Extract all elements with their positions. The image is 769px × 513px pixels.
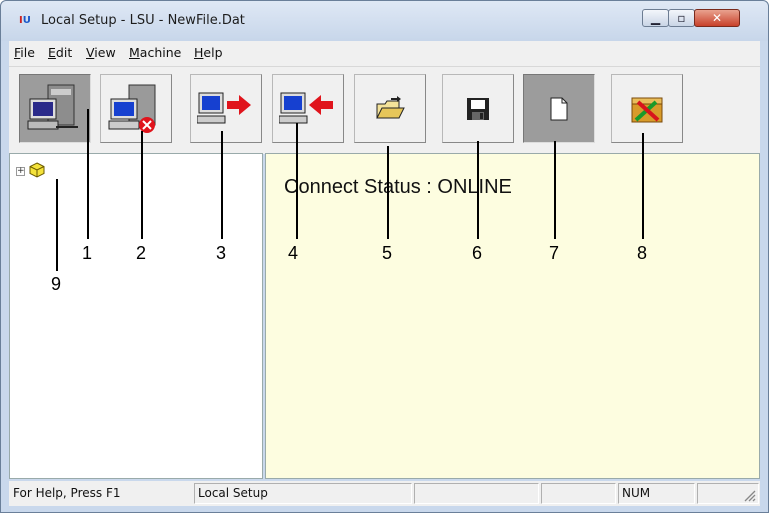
menu-machine[interactable]: Machine — [129, 45, 181, 60]
computer-connect-icon — [27, 84, 78, 129]
callout-number-8: 8 — [637, 243, 648, 263]
callout-line-8 — [642, 133, 644, 239]
menu-bar: File Edit View Machine Help — [9, 41, 760, 66]
resize-grip-pane[interactable] — [697, 483, 759, 504]
window-title: Local Setup - LSU - NewFile.Dat — [41, 13, 245, 28]
callout-number-6: 6 — [472, 243, 483, 263]
title-bar[interactable]: IU Local Setup - LSU - NewFile.Dat ▁ ▫ ✕ — [1, 1, 768, 41]
menu-edit[interactable]: Edit — [48, 45, 72, 60]
open-file-button[interactable] — [354, 74, 426, 143]
help-hint-text: For Help, Press F1 — [13, 486, 121, 500]
status-pane-num: NUM — [618, 483, 695, 504]
callout-line-6 — [477, 141, 479, 239]
status-pane-empty-2 — [541, 483, 616, 504]
status-panel: Connect Status : ONLINE — [265, 153, 760, 479]
callout-number-7: 7 — [549, 243, 560, 263]
menu-view[interactable]: View — [86, 45, 116, 60]
computer-disconnect-icon — [108, 84, 156, 133]
save-file-button[interactable] — [442, 74, 514, 143]
status-pane-mode: Local Setup — [194, 483, 412, 504]
callout-number-5: 5 — [382, 243, 393, 263]
close-button[interactable]: ✕ — [694, 9, 740, 27]
connect-button[interactable] — [19, 74, 91, 143]
status-bar: For Help, Press F1 Local Setup NUM — [9, 481, 760, 506]
new-file-button[interactable] — [523, 74, 595, 143]
tools-icon — [631, 97, 663, 122]
callout-number-1: 1 — [82, 243, 93, 263]
callout-line-1 — [87, 109, 89, 239]
settings-button[interactable] — [611, 74, 683, 143]
receive-from-machine-button[interactable] — [272, 74, 344, 143]
callout-line-9 — [56, 179, 58, 271]
callout-line-3 — [221, 131, 223, 239]
app-logo-icon: IU — [19, 15, 31, 26]
receive-from-machine-icon — [279, 92, 333, 123]
machine-tree[interactable]: + — [9, 153, 263, 479]
close-icon: ✕ — [711, 11, 723, 25]
toolbar — [9, 66, 760, 154]
open-folder-icon — [376, 95, 405, 118]
callout-number-9: 9 — [51, 274, 62, 294]
disconnect-button[interactable] — [100, 74, 172, 143]
callout-line-2 — [141, 131, 143, 239]
minimize-icon: ▁ — [650, 11, 661, 25]
blank-page-icon — [550, 97, 568, 120]
menu-help[interactable]: Help — [194, 45, 223, 60]
maximize-icon: ▫ — [677, 11, 686, 25]
callout-number-3: 3 — [216, 243, 227, 263]
menu-file[interactable]: File — [14, 45, 35, 60]
minimize-button[interactable]: ▁ — [642, 9, 669, 27]
callout-line-4 — [296, 123, 298, 239]
callout-number-2: 2 — [136, 243, 147, 263]
maximize-button[interactable]: ▫ — [668, 9, 695, 27]
send-to-machine-icon — [197, 92, 251, 123]
status-pane-empty-1 — [414, 483, 539, 504]
callout-number-4: 4 — [288, 243, 299, 263]
floppy-disk-icon — [467, 97, 489, 120]
send-to-machine-button[interactable] — [190, 74, 262, 143]
cube-node-icon[interactable] — [29, 162, 45, 178]
resize-grip-icon[interactable] — [742, 488, 756, 502]
expand-toggle[interactable]: + — [16, 167, 25, 176]
app-window: IU Local Setup - LSU - NewFile.Dat ▁ ▫ ✕… — [0, 0, 769, 513]
callout-line-7 — [554, 141, 556, 239]
callout-line-5 — [387, 146, 389, 239]
